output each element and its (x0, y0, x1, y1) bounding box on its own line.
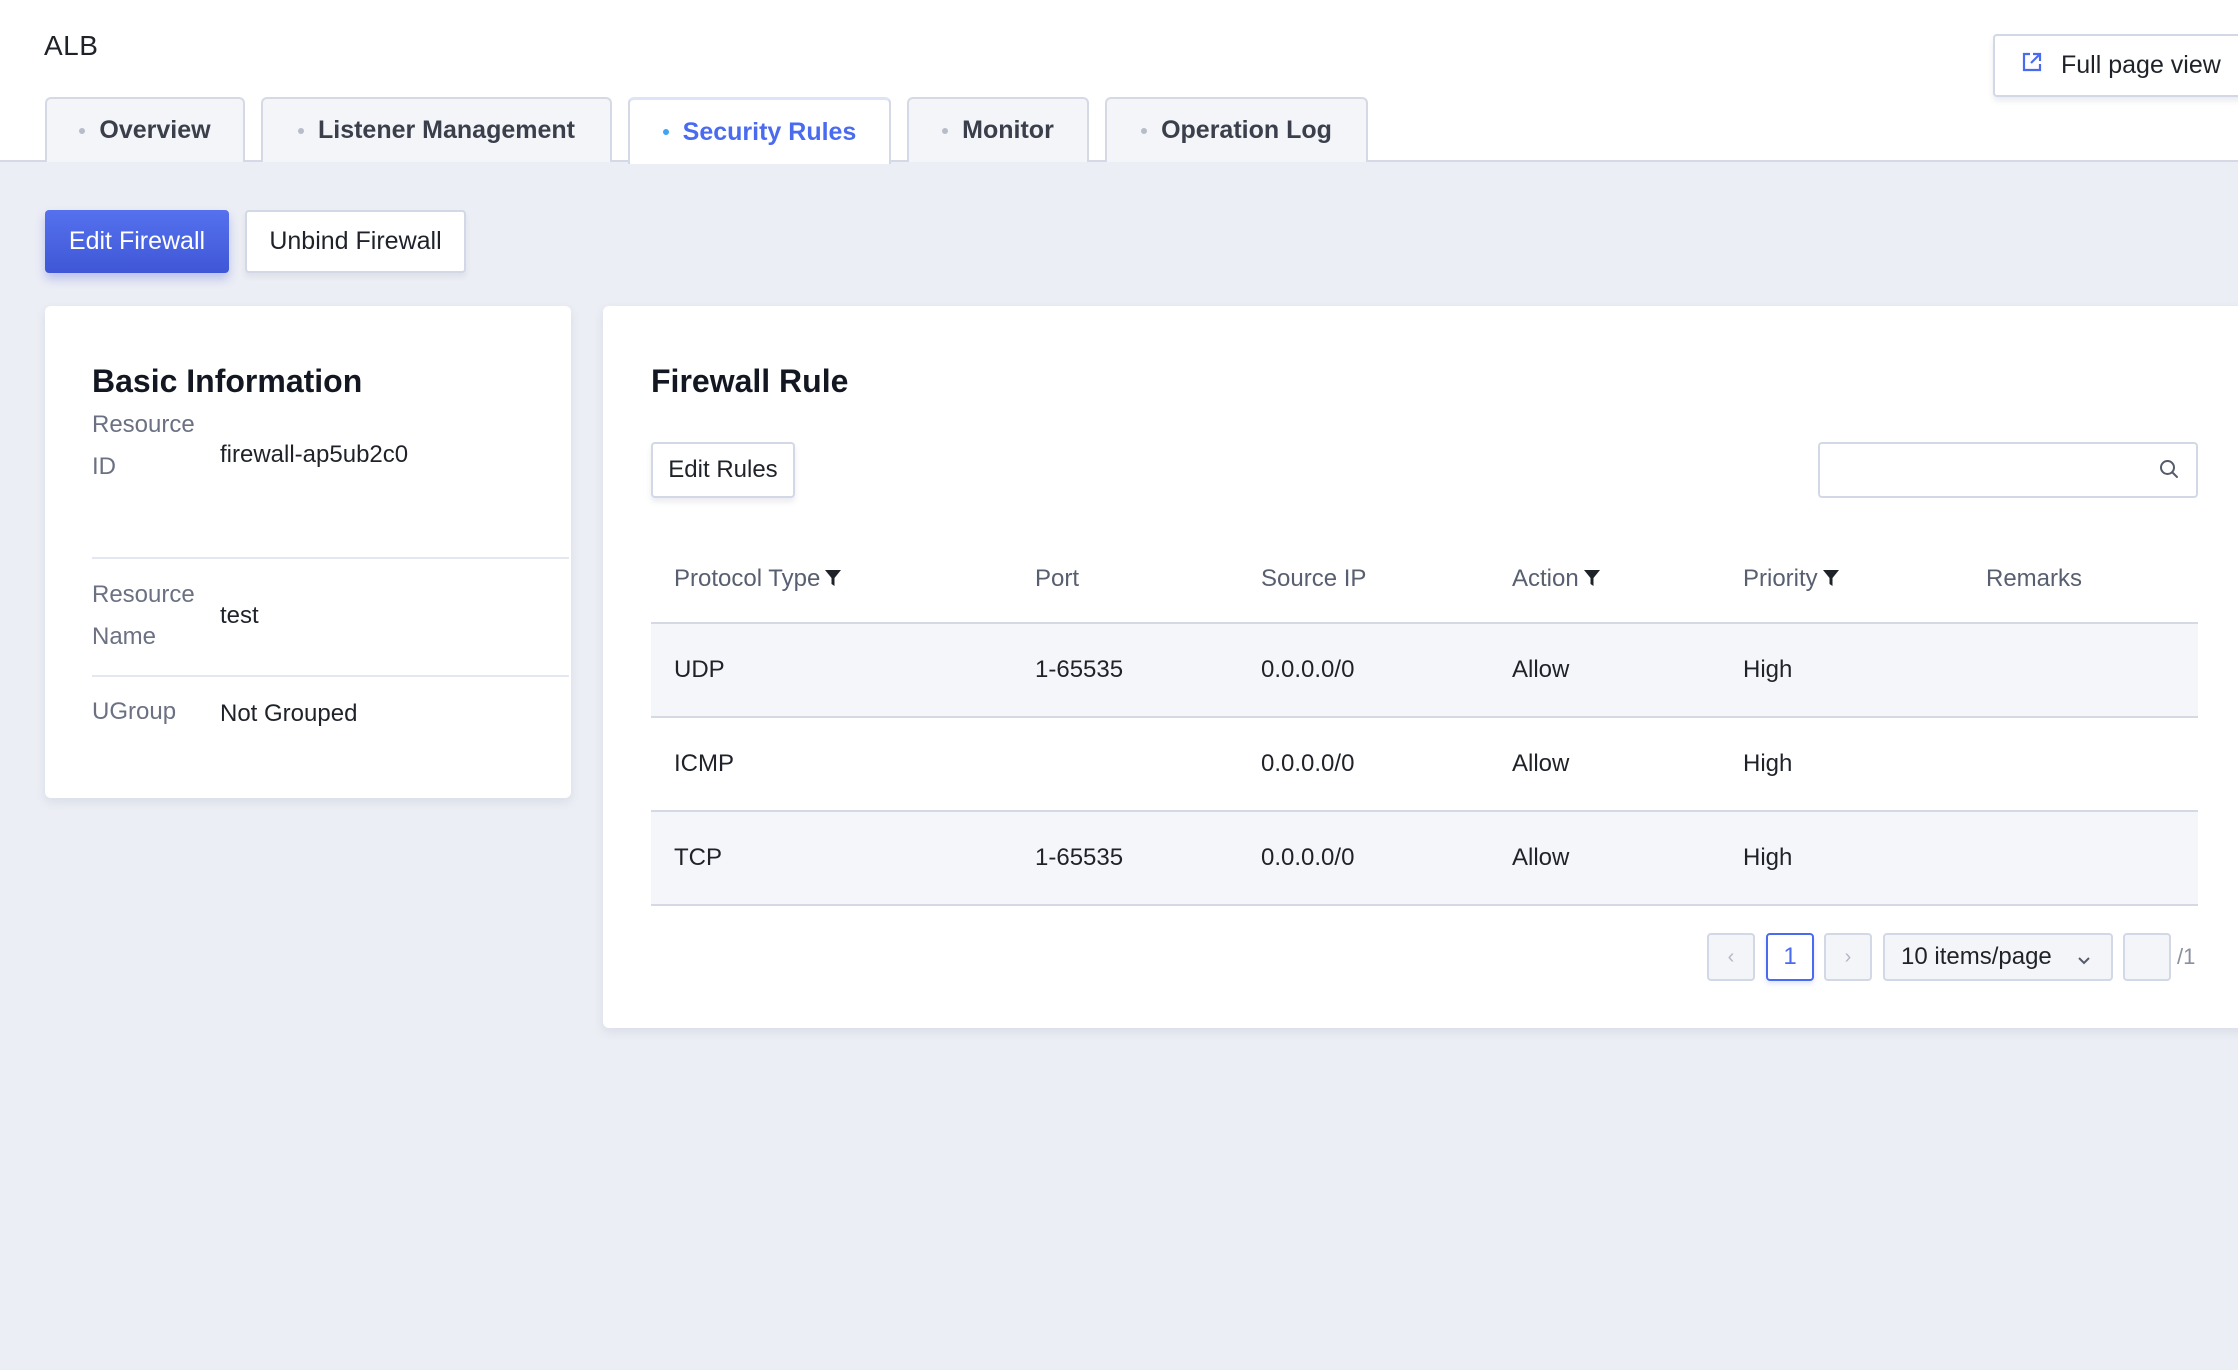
basic-information-title: Basic Information (92, 363, 363, 399)
info-label: Resource Name (92, 581, 195, 650)
info-label: UGroup (92, 698, 177, 725)
tab-label: Operation Log (1161, 116, 1332, 144)
firewall-rule-card: Firewall Rule Edit Rules Protocol Type P… (603, 306, 2238, 1028)
tab-dot (662, 129, 669, 135)
tab-overview[interactable]: Overview (45, 97, 245, 162)
tab-dot (1141, 127, 1148, 134)
page-size-select[interactable]: 10 items/page (1883, 933, 2113, 981)
cell-port: 1-65535 (1035, 656, 1124, 683)
column-header-remarks: Remarks (1986, 565, 2083, 592)
table-row: ICMP 0.0.0.0/0 Allow High (651, 718, 2198, 812)
info-value: test (220, 602, 259, 629)
cell-priority: High (1743, 656, 1793, 683)
column-header-protocol-type: Protocol Type (674, 536, 842, 622)
chevron-down-icon (2075, 948, 2093, 976)
column-header-label: Priority (1743, 565, 1818, 592)
page-total: /1 (2177, 944, 2196, 969)
tab-label: Overview (99, 116, 211, 144)
column-header-port: Port (1035, 565, 1080, 592)
edit-rules-button[interactable]: Edit Rules (651, 442, 795, 498)
cell-priority: High (1743, 844, 1793, 871)
info-value: firewall-ap5ub2c0 (220, 441, 409, 468)
tab-dot (942, 127, 949, 134)
info-row-resource-name: Resource Name test (92, 559, 569, 677)
page-jump-input[interactable] (2123, 933, 2171, 981)
full-page-view-label: Full page view (2061, 51, 2221, 79)
cell-port: 1-65535 (1035, 844, 1124, 871)
app-title: ALB (44, 30, 99, 61)
cell-protocol-type: ICMP (674, 750, 734, 777)
pagination: ‹ 1 › 10 items/page /1 (603, 933, 2238, 981)
filter-icon[interactable] (824, 538, 842, 624)
external-link-icon (2021, 51, 2061, 80)
tab-label: Listener Management (317, 116, 575, 144)
info-row-resource-id: Resource ID firewall-ap5ub2c0 (92, 404, 569, 559)
edit-firewall-button[interactable]: Edit Firewall (45, 210, 229, 273)
info-value: Not Grouped (220, 700, 358, 727)
cell-priority: High (1743, 750, 1793, 777)
unbind-firewall-button[interactable]: Unbind Firewall (245, 210, 466, 273)
cell-source-ip: 0.0.0.0/0 (1261, 750, 1355, 777)
cell-protocol-type: UDP (674, 656, 725, 683)
column-header-source-ip: Source IP (1261, 565, 1367, 592)
cell-action: Allow (1512, 844, 1570, 871)
tab-dot (297, 127, 304, 134)
firewall-rule-title: Firewall Rule (651, 363, 849, 399)
tab-monitor[interactable]: Monitor (907, 97, 1089, 162)
tab-label: Security Rules (682, 117, 857, 146)
tab-dot (79, 127, 86, 134)
top-header: ALB Full page view Overview Listener Man… (0, 0, 2238, 164)
table-header: Protocol Type Port Source IP Action Prio… (651, 536, 2198, 624)
cell-source-ip: 0.0.0.0/0 (1261, 844, 1355, 871)
filter-icon[interactable] (1822, 538, 1840, 624)
full-page-view-button[interactable]: Full page view (1993, 34, 2238, 97)
table-row: TCP 1-65535 0.0.0.0/0 Allow High (651, 812, 2198, 906)
filter-icon[interactable] (1583, 538, 1601, 624)
column-header-action: Action (1512, 536, 1601, 622)
search-icon[interactable] (2158, 458, 2180, 485)
cell-action: Allow (1512, 750, 1570, 777)
tab-listener-management[interactable]: Listener Management (261, 97, 612, 162)
column-header-label: Protocol Type (674, 565, 821, 592)
tab-label: Monitor (962, 116, 1054, 144)
cell-source-ip: 0.0.0.0/0 (1261, 656, 1355, 683)
page-number-button[interactable]: 1 (1766, 933, 1814, 981)
info-label: Resource ID (92, 411, 195, 480)
cell-protocol-type: TCP (674, 844, 722, 871)
page-size-value: 10 items/page (1901, 943, 2052, 970)
table-row: UDP 1-65535 0.0.0.0/0 Allow High (651, 624, 2198, 718)
column-header-priority: Priority (1743, 536, 1840, 622)
tab-security-rules[interactable]: Security Rules (628, 97, 891, 164)
tab-operation-log[interactable]: Operation Log (1105, 97, 1368, 162)
info-row-ugroup: UGroup Not Grouped (92, 677, 569, 757)
firewall-rule-table: Protocol Type Port Source IP Action Prio… (651, 536, 2198, 906)
search-input[interactable] (1820, 444, 2140, 496)
cell-action: Allow (1512, 656, 1570, 683)
next-page-button[interactable]: › (1824, 933, 1872, 981)
prev-page-button[interactable]: ‹ (1707, 933, 1755, 981)
basic-information-card: Basic Information Resource ID firewall-a… (45, 306, 571, 798)
search-box (1818, 442, 2198, 498)
column-header-label: Action (1512, 565, 1579, 592)
